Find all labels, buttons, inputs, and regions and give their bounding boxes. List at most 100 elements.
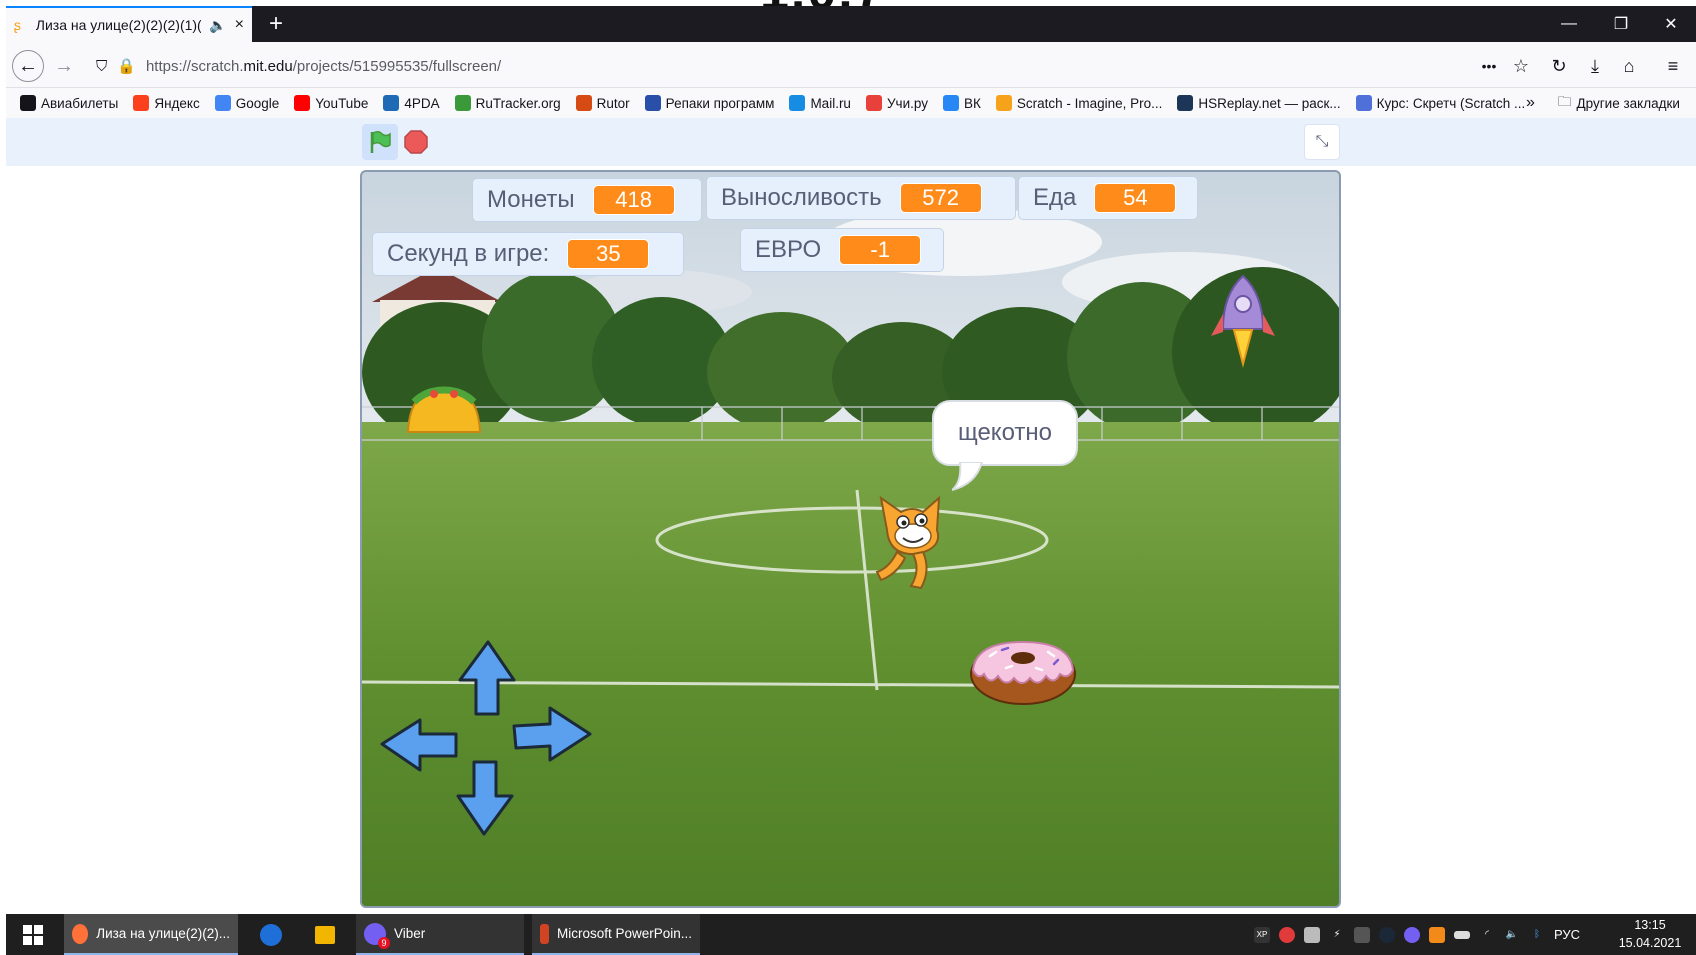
- tab-close-icon[interactable]: ×: [235, 16, 244, 34]
- volume-icon[interactable]: 🔈: [1504, 927, 1520, 943]
- clock-time: 13:15: [1634, 918, 1666, 932]
- speech-text: щекотно: [957, 419, 1052, 446]
- bookmark-item[interactable]: Учи.ру: [865, 95, 928, 111]
- usb-tray-icon[interactable]: ⚡: [1329, 927, 1345, 943]
- google-icon: [214, 95, 231, 111]
- monitor-coins-label: Монеты: [487, 186, 575, 213]
- tab-title: Лиза на улице(2)(2)(2)(1)(: [35, 17, 202, 33]
- url-prefix: https://scratch.: [145, 57, 244, 75]
- store-icon: [315, 925, 335, 944]
- bookmark-item[interactable]: 4PDA: [383, 95, 440, 111]
- reload-icon[interactable]: ↻: [1544, 50, 1574, 82]
- scratch-cat-sprite[interactable]: [867, 490, 957, 590]
- bookmark-item[interactable]: Mail.ru: [789, 95, 851, 111]
- bookmark-item[interactable]: ВК: [942, 95, 981, 111]
- arrow-right-button[interactable]: [512, 706, 592, 762]
- bookmark-item[interactable]: YouTube: [294, 95, 368, 111]
- yandex-icon: [133, 95, 150, 111]
- taskbar-viber[interactable]: 9 Viber: [356, 914, 524, 955]
- wifi-icon[interactable]: ◜: [1479, 927, 1495, 943]
- bookmarks-bar: Авиабилеты Яндекс Google YouTube 4PDA RuTrack…: [6, 88, 1696, 118]
- stop-button[interactable]: [404, 130, 428, 154]
- bookmark-label: Авиабилеты: [41, 95, 119, 111]
- bookmark-item[interactable]: Google: [214, 95, 279, 111]
- unfullscreen-icon: ⤡: [1315, 133, 1329, 150]
- printer-tray-icon[interactable]: [1304, 926, 1320, 943]
- antivirus-tray-icon[interactable]: [1279, 926, 1295, 943]
- browser-tab[interactable]: ʂ Лиза на улице(2)(2)(2)(1)( 🔈 ×: [6, 6, 252, 42]
- arrow-down-button[interactable]: [456, 760, 514, 836]
- bookmark-item[interactable]: Репаки программ: [644, 95, 774, 111]
- monitor-stamina-label: Выносливость: [721, 184, 882, 211]
- xp-tray-icon[interactable]: XP: [1254, 926, 1270, 943]
- home-icon[interactable]: ⌂: [1614, 50, 1644, 82]
- viber-badge: 9: [378, 936, 390, 949]
- bookmark-label: Rutor: [596, 95, 630, 111]
- taskbar-firefox[interactable]: Лиза на улице(2)(2)...: [64, 914, 238, 955]
- bookmark-item[interactable]: HSReplay.net — раск...: [1177, 95, 1341, 111]
- bookmark-item[interactable]: Scratch - Imagine, Pro...: [995, 95, 1162, 111]
- other-bookmarks-folder[interactable]: 🗀 Другие закладки: [1558, 88, 1680, 118]
- bookmarks-overflow-icon[interactable]: »: [1526, 88, 1535, 118]
- taskbar-store[interactable]: [302, 914, 348, 955]
- monitor-euro-value: -1: [839, 235, 922, 265]
- scratch-stage[interactable]: Монеты 418 Выносливость 572 Еда 54 Секун…: [360, 170, 1341, 908]
- course-icon: [1355, 95, 1372, 111]
- arrow-left-button[interactable]: [380, 718, 458, 772]
- restore-button[interactable]: ❐: [1596, 6, 1646, 42]
- monitor-stamina-value: 572: [899, 183, 982, 213]
- lock-icon[interactable]: 🔒: [117, 57, 136, 75]
- speech-bubble-tail: [952, 462, 984, 491]
- monitor-seconds-label: Секунд в игре:: [387, 240, 550, 267]
- bookmark-star-icon[interactable]: ☆: [1506, 50, 1536, 82]
- monitor-coins: Монеты 418: [472, 178, 702, 222]
- taskbar-powerpoint[interactable]: Microsoft PowerPoin...: [532, 914, 700, 955]
- bookmark-label: Учи.ру: [886, 95, 928, 111]
- new-tab-button[interactable]: +: [258, 6, 294, 42]
- minimize-button[interactable]: —: [1544, 6, 1594, 42]
- bookmark-label: YouTube: [315, 95, 369, 111]
- speaker-icon[interactable]: 🔈: [209, 17, 226, 34]
- battery-icon[interactable]: [1454, 930, 1470, 939]
- back-button[interactable]: ←: [12, 50, 44, 82]
- close-window-button[interactable]: ✕: [1646, 6, 1696, 42]
- download-icon[interactable]: ⤓: [1580, 50, 1610, 82]
- steam-tray-icon[interactable]: [1379, 926, 1395, 943]
- bookmark-label: Яндекс: [154, 95, 200, 111]
- hsreplay-icon: [1177, 95, 1194, 111]
- menu-icon[interactable]: ≡: [1658, 50, 1688, 82]
- url-bar[interactable]: ⛉ 🔒 https://scratch.mit.edu/projects/515…: [90, 50, 1510, 82]
- rocket-sprite[interactable]: [1208, 274, 1278, 374]
- bookmark-item[interactable]: Rutor: [575, 95, 630, 111]
- green-flag-icon: [370, 130, 391, 153]
- tray-clock[interactable]: 13:15 15.04.2021: [1608, 916, 1692, 954]
- other-bookmarks-label: Другие закладки: [1576, 95, 1680, 111]
- bookmark-item[interactable]: Авиабилеты: [20, 95, 118, 111]
- monitor-food: Еда 54: [1018, 176, 1198, 220]
- start-button[interactable]: [10, 914, 56, 955]
- donut-sprite[interactable]: [968, 636, 1078, 706]
- bookmark-item[interactable]: Яндекс: [133, 95, 200, 111]
- youtube-icon: [294, 95, 311, 111]
- exit-fullscreen-button[interactable]: ⤡: [1304, 124, 1340, 160]
- system-tray: XP ⚡ ◜ 🔈 ᛒ РУС: [1254, 914, 1580, 955]
- app-tray-icon[interactable]: [1429, 926, 1445, 943]
- bluetooth-icon[interactable]: ᛒ: [1529, 927, 1545, 943]
- page-actions-button[interactable]: •••: [1474, 50, 1504, 82]
- bookmark-item[interactable]: RuTracker.org: [454, 95, 561, 111]
- taco-sprite[interactable]: [404, 384, 484, 434]
- folder-icon: 🗀: [1558, 93, 1572, 109]
- viber-tray-icon[interactable]: [1404, 926, 1420, 943]
- language-indicator[interactable]: РУС: [1554, 927, 1580, 942]
- forward-button[interactable]: →: [48, 50, 80, 82]
- shield-icon[interactable]: ⛉: [96, 58, 107, 75]
- speech-bubble: щекотно: [932, 400, 1078, 466]
- arrow-up-button[interactable]: [458, 640, 516, 716]
- taskbar-viber-label: Viber: [394, 926, 426, 941]
- green-flag-button[interactable]: [362, 124, 398, 160]
- bookmark-item[interactable]: Курс: Скретч (Scratch ...: [1355, 95, 1525, 111]
- taskbar-app-pinned[interactable]: [248, 914, 294, 955]
- keyboard-tray-icon[interactable]: [1354, 926, 1370, 943]
- bookmark-label: Mail.ru: [810, 95, 851, 111]
- monitor-food-value: 54: [1094, 183, 1177, 213]
